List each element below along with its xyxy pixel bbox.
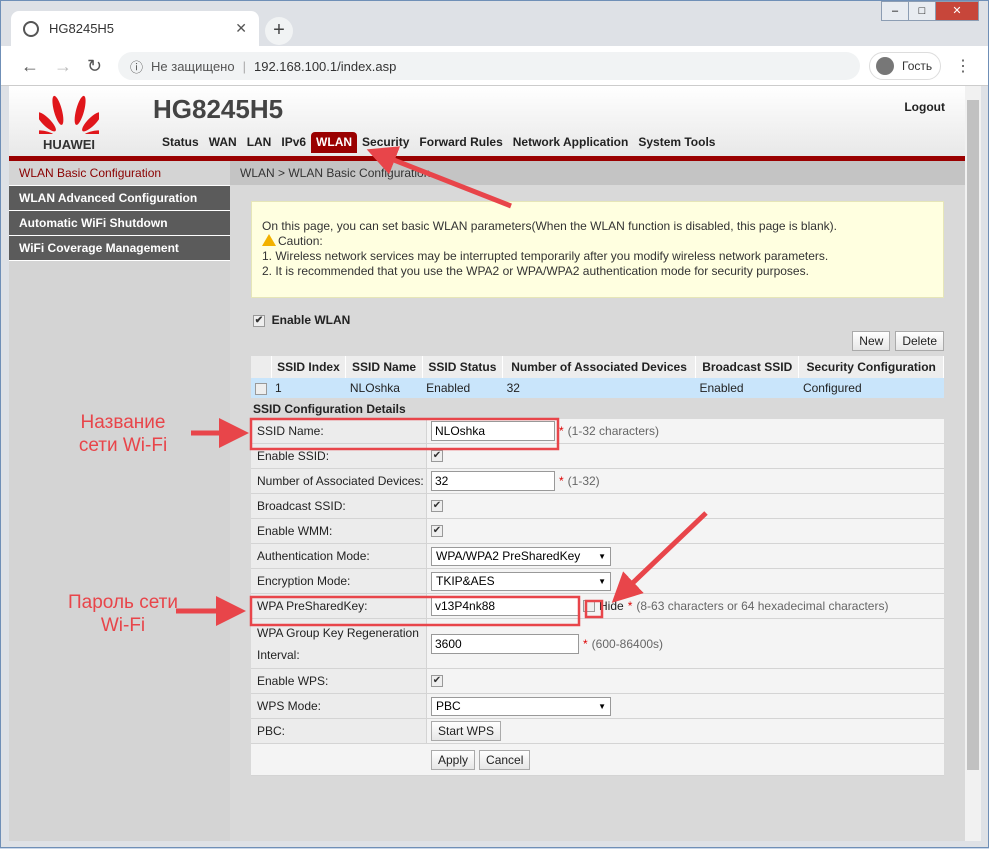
arrow-to-wlan [376, 153, 511, 206]
arrow-to-hide [619, 513, 706, 596]
browser-window: HG8245H5✕ + – □ ✕ ← → ↻ ⓘНе защищено|192… [0, 0, 989, 848]
annotation-overlay [1, 1, 989, 849]
